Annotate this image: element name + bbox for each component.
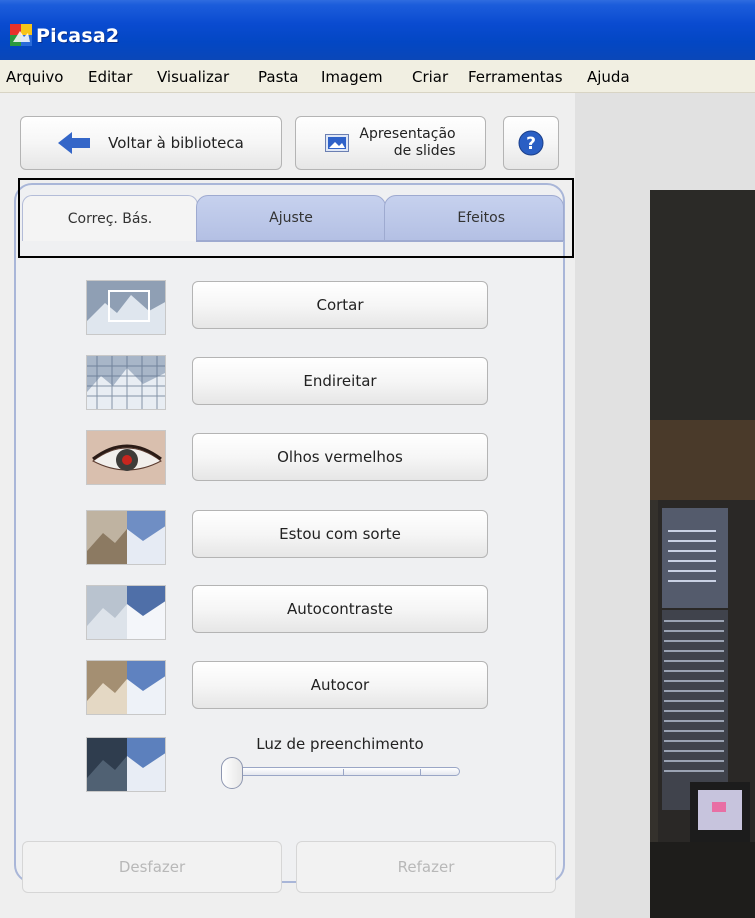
crop-button-label: Cortar bbox=[316, 296, 364, 314]
menu-editar[interactable]: Editar bbox=[88, 68, 132, 86]
slider-tick bbox=[343, 769, 344, 775]
autocontrast-button-label: Autocontraste bbox=[287, 600, 393, 618]
redo-button-label: Refazer bbox=[397, 858, 455, 876]
fill-light-label: Luz de preenchimento bbox=[256, 735, 424, 753]
menu-visualizar[interactable]: Visualizar bbox=[157, 68, 229, 86]
menu-criar[interactable]: Criar bbox=[412, 68, 448, 86]
fill-light-thumbnail bbox=[86, 737, 166, 792]
autocolor-thumbnail bbox=[86, 660, 166, 715]
im-feeling-lucky-button[interactable]: Estou com sorte bbox=[192, 510, 488, 558]
title-bar: Picasa2 bbox=[0, 0, 755, 60]
help-glyph: ? bbox=[526, 134, 536, 154]
photo-preview[interactable] bbox=[650, 190, 755, 918]
back-to-library-button[interactable]: Voltar à biblioteca bbox=[20, 116, 282, 170]
straighten-button-label: Endireitar bbox=[303, 372, 377, 390]
back-button-label: Voltar à biblioteca bbox=[108, 134, 244, 152]
window-title: Picasa2 bbox=[36, 25, 120, 47]
slideshow-label-line2: de slides bbox=[393, 143, 456, 159]
menu-ajuda[interactable]: Ajuda bbox=[587, 68, 630, 86]
help-button[interactable]: ? bbox=[503, 116, 559, 170]
menu-arquivo[interactable]: Arquivo bbox=[6, 68, 63, 86]
autocontrast-button[interactable]: Autocontraste bbox=[192, 585, 488, 633]
crop-thumbnail bbox=[86, 280, 166, 335]
lucky-button-label: Estou com sorte bbox=[279, 525, 401, 543]
redeye-button[interactable]: Olhos vermelhos bbox=[192, 433, 488, 481]
help-icon: ? bbox=[518, 130, 544, 156]
back-arrow-icon bbox=[58, 132, 91, 154]
straighten-thumbnail bbox=[86, 355, 166, 410]
slideshow-button[interactable]: Apresentação de slides bbox=[295, 116, 486, 170]
slider-tick bbox=[420, 769, 421, 775]
menu-ferramentas[interactable]: Ferramentas bbox=[468, 68, 563, 86]
undo-button[interactable]: Desfazer bbox=[22, 841, 282, 893]
picasa-logo-icon bbox=[10, 24, 32, 46]
autocolor-button-label: Autocor bbox=[310, 676, 370, 694]
menu-pasta[interactable]: Pasta bbox=[258, 68, 298, 86]
fill-light-slider-handle[interactable] bbox=[221, 757, 243, 789]
redeye-button-label: Olhos vermelhos bbox=[277, 448, 403, 466]
redo-button[interactable]: Refazer bbox=[296, 841, 556, 893]
photo-image bbox=[650, 190, 755, 918]
autocontrast-thumbnail bbox=[86, 585, 166, 640]
slideshow-label: Apresentação de slides bbox=[359, 126, 455, 160]
autocolor-button[interactable]: Autocor bbox=[192, 661, 488, 709]
redeye-thumbnail bbox=[86, 430, 166, 485]
tabs-highlight-box bbox=[18, 178, 574, 258]
menu-imagem[interactable]: Imagem bbox=[321, 68, 383, 86]
slideshow-icon bbox=[325, 134, 350, 152]
fill-light-slider-track[interactable] bbox=[232, 767, 460, 776]
slideshow-label-line1: Apresentação bbox=[359, 126, 456, 142]
straighten-button[interactable]: Endireitar bbox=[192, 357, 488, 405]
lucky-thumbnail bbox=[86, 510, 166, 565]
menu-bar: Arquivo Editar Visualizar Pasta Imagem C… bbox=[0, 60, 755, 93]
undo-button-label: Desfazer bbox=[118, 858, 186, 876]
crop-button[interactable]: Cortar bbox=[192, 281, 488, 329]
